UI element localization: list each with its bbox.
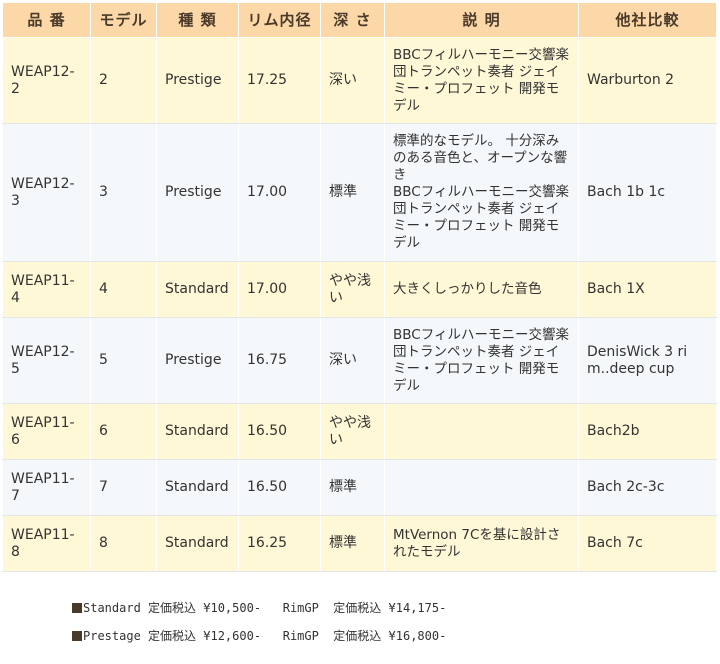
- cell-depth: やや浅い: [320, 261, 385, 318]
- square-bullet-icon: [72, 631, 82, 641]
- cell-type: Prestige: [156, 123, 239, 262]
- header-description: 説 明: [384, 2, 579, 38]
- table-row: WEAP11-4 4 Standard 17.00 やや浅い 大きくしっかりした…: [2, 261, 717, 318]
- cell-rim: 16.25: [238, 515, 321, 572]
- cell-rim: 16.50: [238, 403, 321, 460]
- cell-depth: 標準: [320, 123, 385, 262]
- cell-comparison: Bach 7c: [578, 515, 717, 572]
- cell-comparison: Bach 2c-3c: [578, 459, 717, 516]
- cell-depth: やや浅い: [320, 403, 385, 460]
- cell-model: 6: [90, 403, 157, 460]
- mouthpiece-spec-table: 品 番 モデル 種 類 リム内径 深 さ 説 明 他社比較 WEAP12-2 2…: [2, 2, 717, 572]
- cell-rim: 17.00: [238, 123, 321, 262]
- table-row: WEAP12-2 2 Prestige 17.25 深い BBCフィルハーモニー…: [2, 37, 717, 124]
- header-rim: リム内径: [238, 2, 321, 38]
- cell-description: 標準的なモデル。 十分深みのある音色と、オープンな響き BBCフィルハーモニー交…: [384, 123, 579, 262]
- price-line-standard: Standard 定価税込 ¥10,500- RimGP 定価税込 ¥14,17…: [72, 594, 446, 622]
- header-comparison: 他社比較: [578, 2, 717, 38]
- cell-model: 3: [90, 123, 157, 262]
- cell-description: BBCフィルハーモニー交響楽団トランペット奏者 ジェイミー・プロフェット 開発モ…: [384, 317, 579, 404]
- price-list: Standard 定価税込 ¥10,500- RimGP 定価税込 ¥14,17…: [72, 594, 446, 650]
- description-line: BBCフィルハーモニー交響楽団トランペット奏者 ジェイミー・プロフェット 開発モ…: [393, 184, 569, 251]
- cell-type: Standard: [156, 261, 239, 318]
- cell-model: 7: [90, 459, 157, 516]
- cell-depth: 標準: [320, 459, 385, 516]
- table-row: WEAP12-5 5 Prestige 16.75 深い BBCフィルハーモニー…: [2, 317, 717, 404]
- cell-description: [384, 403, 579, 460]
- cell-comparison: Warburton 2: [578, 37, 717, 124]
- cell-rim: 16.50: [238, 459, 321, 516]
- cell-model: 8: [90, 515, 157, 572]
- cell-code: WEAP11-8: [2, 515, 91, 572]
- header-depth: 深 さ: [320, 2, 385, 38]
- table-row: WEAP11-8 8 Standard 16.25 標準 MtVernon 7C…: [2, 515, 717, 572]
- cell-rim: 17.25: [238, 37, 321, 124]
- cell-code: WEAP11-6: [2, 403, 91, 460]
- header-type: 種 類: [156, 2, 239, 38]
- cell-comparison: DenisWick 3 rim..deep cup: [578, 317, 717, 404]
- table-row: WEAP11-7 7 Standard 16.50 標準 Bach 2c-3c: [2, 459, 717, 516]
- cell-description: BBCフィルハーモニー交響楽団トランペット奏者 ジェイミー・プロフェット 開発モ…: [384, 37, 579, 124]
- cell-depth: 深い: [320, 37, 385, 124]
- description-line: 標準的なモデル。 十分深みのある音色と、オープンな響き: [393, 133, 568, 183]
- cell-code: WEAP12-3: [2, 123, 91, 262]
- cell-model: 4: [90, 261, 157, 318]
- cell-type: Standard: [156, 459, 239, 516]
- cell-comparison: Bach 1X: [578, 261, 717, 318]
- cell-description: MtVernon 7Cを基に設計されたモデル: [384, 515, 579, 572]
- cell-depth: 深い: [320, 317, 385, 404]
- cell-rim: 17.00: [238, 261, 321, 318]
- cell-comparison: Bach 1b 1c: [578, 123, 717, 262]
- price-text: Prestage 定価税込 ¥12,600- RimGP 定価税込 ¥16,80…: [83, 629, 447, 643]
- square-bullet-icon: [72, 603, 82, 613]
- cell-model: 2: [90, 37, 157, 124]
- cell-comparison: Bach2b: [578, 403, 717, 460]
- cell-model: 5: [90, 317, 157, 404]
- table-row: WEAP11-6 6 Standard 16.50 やや浅い Bach2b: [2, 403, 717, 460]
- table-row: WEAP12-3 3 Prestige 17.00 標準 標準的なモデル。 十分…: [2, 123, 717, 262]
- cell-description: [384, 459, 579, 516]
- cell-description: 大きくしっかりした音色: [384, 261, 579, 318]
- cell-depth: 標準: [320, 515, 385, 572]
- table-header-row: 品 番 モデル 種 類 リム内径 深 さ 説 明 他社比較: [2, 2, 717, 38]
- cell-code: WEAP12-2: [2, 37, 91, 124]
- product-spec-panel: 品 番 モデル 種 類 リム内径 深 さ 説 明 他社比較 WEAP12-2 2…: [0, 0, 720, 664]
- cell-type: Prestige: [156, 317, 239, 404]
- cell-type: Prestige: [156, 37, 239, 124]
- cell-type: Standard: [156, 515, 239, 572]
- header-code: 品 番: [2, 2, 91, 38]
- cell-type: Standard: [156, 403, 239, 460]
- price-line-prestige: Prestage 定価税込 ¥12,600- RimGP 定価税込 ¥16,80…: [72, 622, 446, 650]
- cell-rim: 16.75: [238, 317, 321, 404]
- cell-code: WEAP11-7: [2, 459, 91, 516]
- cell-code: WEAP12-5: [2, 317, 91, 404]
- header-model: モデル: [90, 2, 157, 38]
- price-text: Standard 定価税込 ¥10,500- RimGP 定価税込 ¥14,17…: [83, 601, 447, 615]
- cell-code: WEAP11-4: [2, 261, 91, 318]
